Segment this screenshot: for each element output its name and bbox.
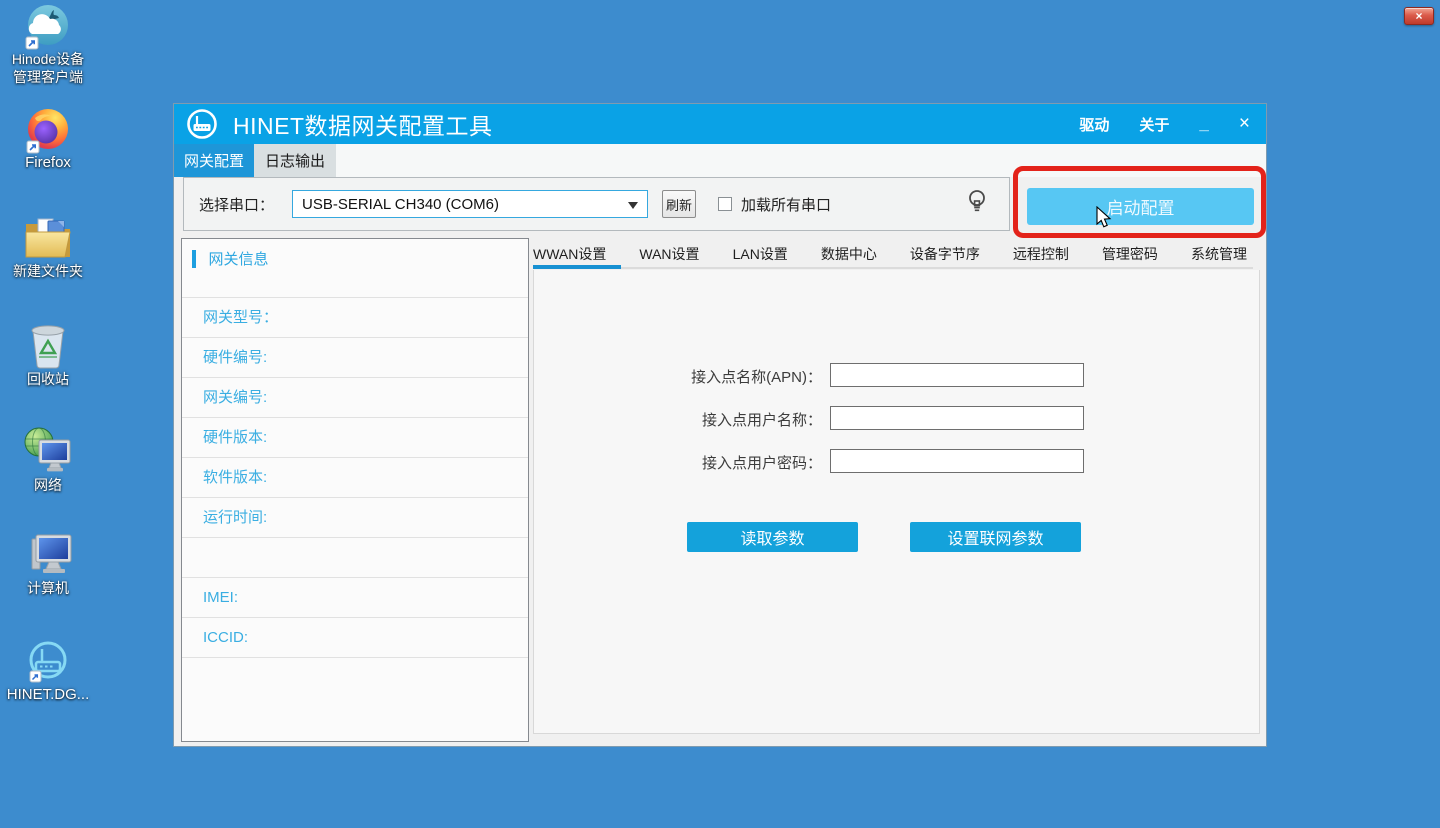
info-row-imei: IMEI: — [182, 577, 528, 617]
tab-gateway-config[interactable]: 网关配置 — [174, 144, 254, 177]
titlebar: HINET数据网关配置工具 驱动 关于 _ × — [174, 104, 1266, 144]
info-row-uptime: 运行时间: — [182, 497, 528, 537]
annotation-highlight-rect — [1013, 166, 1266, 238]
info-row-software-version: 软件版本: — [182, 457, 528, 497]
settings-tab-bar: WWAN设置 WAN设置 LAN设置 数据中心 设备字节序 远程控制 管理密码 … — [533, 238, 1261, 270]
refresh-button[interactable]: 刷新 — [662, 190, 696, 218]
desktop: { "annotation": { "close_label": "×" }, … — [0, 0, 1440, 828]
firefox-icon — [25, 108, 71, 154]
lightbulb-icon[interactable] — [966, 188, 988, 218]
accent-bar — [192, 250, 196, 268]
tabs-baseline — [533, 267, 1253, 269]
tab-remote-control[interactable]: 远程控制 — [1013, 244, 1069, 264]
wwan-settings-content: 接入点名称(APN)： 接入点用户名称： 接入点用户密码： 读取参数 设置联网参… — [533, 270, 1260, 734]
tab-system-management[interactable]: 系统管理 — [1191, 244, 1247, 264]
serial-port-value: USB-SERIAL CH340 (COM6) — [302, 196, 499, 213]
serial-port-label: 选择串口： — [199, 194, 274, 215]
tab-data-center[interactable]: 数据中心 — [821, 244, 877, 264]
desktop-icon-label: Firefox — [0, 154, 96, 172]
network-icon — [22, 426, 74, 476]
desktop-icon-firefox[interactable]: Firefox — [0, 108, 96, 172]
desktop-icon-computer[interactable]: 计算机 — [0, 531, 96, 597]
computer-icon — [23, 531, 73, 579]
desktop-icon-hinet-shortcut[interactable]: HINET.DG... — [0, 640, 96, 704]
read-params-button[interactable]: 读取参数 — [687, 522, 858, 552]
info-row-gateway-id: 网关编号: — [182, 377, 528, 417]
info-row-hardware-version: 硬件版本: — [182, 417, 528, 457]
info-row-hardware-id: 硬件编号: — [182, 337, 528, 377]
settings-panel: WWAN设置 WAN设置 LAN设置 数据中心 设备字节序 远程控制 管理密码 … — [533, 238, 1261, 742]
mouse-cursor — [1096, 206, 1114, 230]
about-menu-item[interactable]: 关于 — [1139, 114, 1169, 135]
folder-icon — [22, 214, 74, 262]
info-row-iccid: ICCID: — [182, 617, 528, 657]
hinode-app-icon — [24, 4, 72, 50]
apn-user-label: 接入点用户名称： — [602, 409, 822, 430]
set-network-params-button[interactable]: 设置联网参数 — [910, 522, 1081, 552]
apn-password-label: 接入点用户密码： — [602, 452, 822, 473]
apn-user-input[interactable] — [830, 406, 1084, 430]
tab-wwan-settings[interactable]: WWAN设置 — [533, 244, 606, 264]
window-title: HINET数据网关配置工具 — [233, 107, 1049, 141]
desktop-icon-label: 新建文件夹 — [0, 262, 96, 280]
info-filler — [182, 657, 528, 741]
tab-wan-settings[interactable]: WAN设置 — [639, 244, 699, 264]
desktop-icon-label: 网络 — [0, 476, 96, 494]
desktop-icon-label: 管理客户端 — [0, 68, 96, 86]
recycle-bin-icon — [27, 322, 69, 370]
tab-log-output[interactable]: 日志输出 — [254, 144, 336, 177]
info-row-empty — [182, 537, 528, 577]
serial-port-select[interactable]: USB-SERIAL CH340 (COM6) — [292, 190, 648, 218]
desktop-icon-label: HINET.DG... — [0, 686, 96, 704]
driver-menu-item[interactable]: 驱动 — [1079, 114, 1109, 135]
minimize-button[interactable]: _ — [1199, 119, 1208, 129]
tab-admin-password[interactable]: 管理密码 — [1102, 244, 1158, 264]
load-all-ports-label: 加载所有串口 — [741, 194, 831, 215]
active-tab-underline — [533, 265, 621, 269]
tab-lan-settings[interactable]: LAN设置 — [733, 244, 788, 264]
load-all-ports-checkbox[interactable] — [718, 197, 732, 211]
apn-label: 接入点名称(APN)： — [602, 366, 822, 387]
desktop-icon-network[interactable]: 网络 — [0, 426, 96, 494]
gateway-info-title: 网关信息 — [208, 251, 268, 268]
annotation-close-button[interactable]: × — [1404, 7, 1434, 25]
desktop-icon-label: 回收站 — [0, 370, 96, 388]
app-logo-router-icon — [186, 108, 218, 140]
info-row-model: 网关型号： — [182, 297, 528, 337]
serial-port-group: 选择串口： USB-SERIAL CH340 (COM6) 刷新 加载所有串口 — [183, 177, 1010, 231]
tab-device-byte-order[interactable]: 设备字节序 — [910, 244, 980, 264]
gateway-info-header: 网关信息 — [182, 239, 528, 297]
hinet-router-icon — [25, 640, 71, 686]
desktop-icon-new-folder[interactable]: 新建文件夹 — [0, 214, 96, 280]
close-button[interactable]: × — [1239, 113, 1250, 135]
desktop-icon-recycle-bin[interactable]: 回收站 — [0, 322, 96, 388]
gateway-info-panel: 网关信息 网关型号： 硬件编号: 网关编号: 硬件版本: 软件版本: 运行时间:… — [181, 238, 529, 742]
apn-input[interactable] — [830, 363, 1084, 387]
chevron-down-icon — [628, 202, 638, 214]
desktop-icon-label: Hinode设备 — [0, 50, 96, 68]
desktop-icon-label: 计算机 — [0, 579, 96, 597]
desktop-icon-hinode-client[interactable]: Hinode设备 管理客户端 — [0, 4, 96, 86]
apn-password-input[interactable] — [830, 449, 1084, 473]
